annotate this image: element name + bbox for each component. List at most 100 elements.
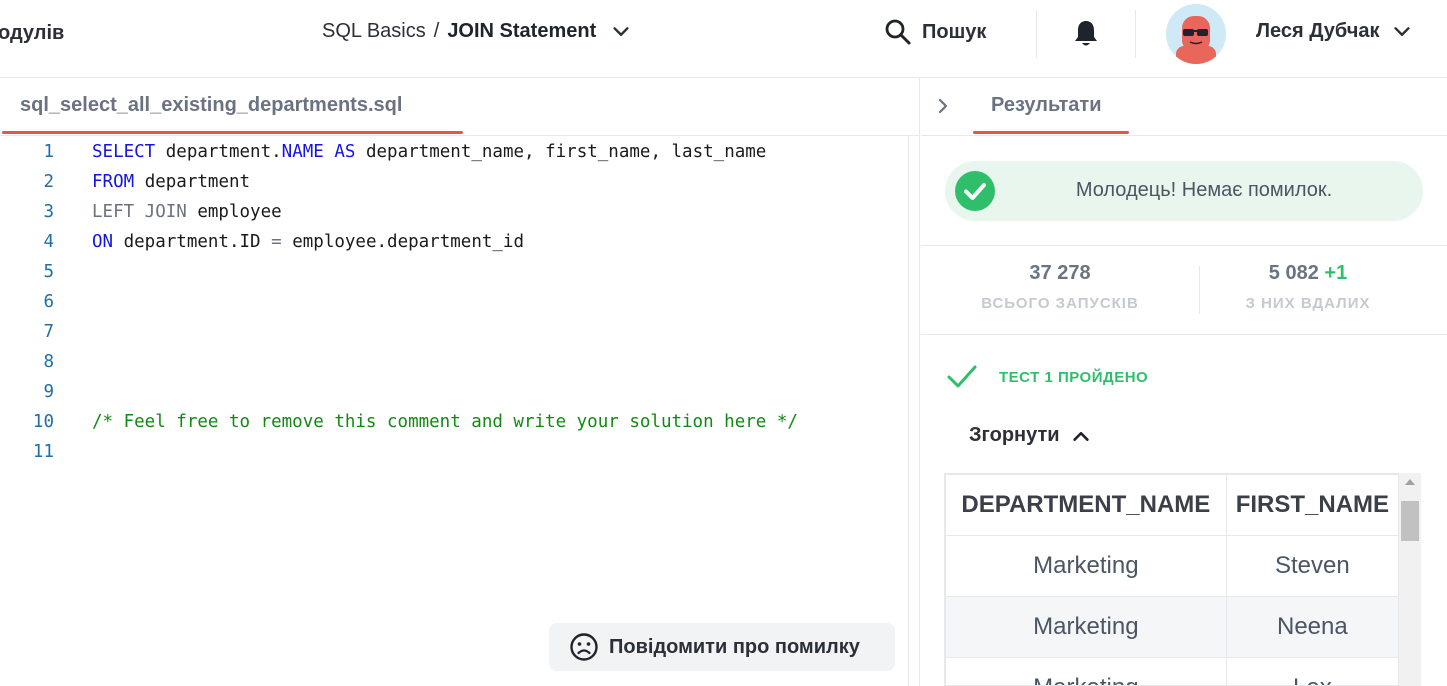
line-number: 7 <box>43 322 54 342</box>
code-line: 3 LEFT JOIN employee <box>0 202 908 232</box>
chevron-right-icon[interactable] <box>933 96 953 116</box>
table-cell: Marketing <box>945 657 1227 685</box>
code-line: 7 <box>0 322 908 352</box>
stat-number: 5 082 <box>1268 262 1319 284</box>
table-cell: Marketing <box>945 596 1227 658</box>
table-row: Marketing Steven <box>945 535 1399 597</box>
sql-keyword: FROM <box>92 172 135 192</box>
report-error-button[interactable]: Повідомити про помилку <box>549 623 895 671</box>
breadcrumb-lesson[interactable]: JOIN Statement <box>447 20 596 43</box>
table-row: Marketing Lex <box>945 657 1399 685</box>
results-table: DEPARTMENT_NAME FIRST_NAME Marketing Ste… <box>944 473 1400 686</box>
code-line: 5 <box>0 262 908 292</box>
breadcrumb-separator: / <box>433 20 440 42</box>
table-header-row: DEPARTMENT_NAME FIRST_NAME <box>945 474 1399 536</box>
code-token: department <box>134 172 251 192</box>
line-number: 1 <box>43 142 54 162</box>
code-text: FROM department <box>92 172 250 202</box>
report-error-label: Повідомити про помилку <box>609 635 860 658</box>
sql-keyword: LEFT JOIN <box>92 202 187 222</box>
table-cell: Neena <box>1225 596 1399 658</box>
line-number: 3 <box>43 202 54 222</box>
results-pane: Результати Молодець! Немає помилок. 37 2… <box>921 78 1447 686</box>
user-menu[interactable]: Леся Дубчак <box>1256 20 1413 43</box>
sql-keyword: AS <box>334 142 356 162</box>
active-tab-indicator <box>973 131 1129 134</box>
stat-delta: +1 <box>1324 262 1348 284</box>
line-number: 2 <box>43 172 54 192</box>
table-cell: Lex <box>1225 657 1399 685</box>
divider <box>921 334 1447 335</box>
line-number: 6 <box>43 292 54 312</box>
code-area[interactable]: 1 SELECT department.NAME AS department_n… <box>0 142 908 472</box>
sql-keyword: NAME <box>281 142 324 162</box>
search-button[interactable]: Пошук <box>884 18 986 46</box>
divider <box>921 245 1447 246</box>
scrollbar-thumb[interactable] <box>1401 501 1419 541</box>
line-number: 9 <box>43 382 54 402</box>
breadcrumb[interactable]: SQL Basics / JOIN Statement <box>322 20 632 43</box>
code-line: 10 /* Feel free to remove this comment a… <box>0 412 908 442</box>
sad-face-icon <box>570 633 598 661</box>
stat-successful-runs: 5 082 +1 З НИХ ВДАЛИХ <box>1169 262 1447 312</box>
check-icon <box>947 365 977 388</box>
search-icon <box>885 19 911 45</box>
line-number: 8 <box>43 352 54 372</box>
column-header: FIRST_NAME <box>1225 474 1399 536</box>
breadcrumb-course[interactable]: SQL Basics <box>322 20 426 43</box>
stat-value: 37 278 <box>1029 262 1091 284</box>
code-comment: /* Feel free to remove this comment and … <box>92 412 798 432</box>
code-token: department. <box>155 142 282 162</box>
scroll-up-arrow-icon[interactable] <box>1405 479 1415 485</box>
stat-total-runs: 37 278 ВСЬОГО ЗАПУСКІВ <box>921 262 1199 312</box>
code-token: employee.department_id <box>281 232 524 252</box>
collapse-toggle[interactable]: Згорнути <box>969 424 1092 447</box>
stat-value: 5 082 +1 <box>1169 262 1447 285</box>
code-line: 2 FROM department <box>0 172 908 202</box>
collapse-label: Згорнути <box>969 424 1060 446</box>
table-cell: Steven <box>1225 535 1399 597</box>
stat-label: ВСЬОГО ЗАПУСКІВ <box>981 295 1139 312</box>
modules-link[interactable]: одулів <box>0 22 64 45</box>
table-scrollbar[interactable] <box>1399 473 1421 686</box>
code-token: employee <box>186 202 282 222</box>
code-token: department_name, first_name, last_name <box>355 142 767 162</box>
results-grid: DEPARTMENT_NAME FIRST_NAME Marketing Ste… <box>945 474 1399 685</box>
file-tab[interactable]: sql_select_all_existing_departments.sql <box>20 94 402 117</box>
line-number: 11 <box>32 442 54 462</box>
code-text: LEFT JOIN employee <box>92 202 282 232</box>
test-status: ТЕСТ 1 ПРОЙДЕНО <box>999 368 1149 386</box>
line-number: 5 <box>43 262 54 282</box>
table-row: Marketing Neena <box>945 596 1399 658</box>
results-header: Результати <box>921 78 1447 136</box>
column-header: DEPARTMENT_NAME <box>945 474 1227 536</box>
sql-operator: = <box>271 232 282 252</box>
chevron-up-icon <box>1072 431 1089 441</box>
search-label: Пошук <box>922 20 987 43</box>
success-banner: Молодець! Немає помилок. <box>945 161 1423 221</box>
success-message: Молодець! Немає помилок. <box>1075 179 1333 201</box>
header-divider <box>1135 10 1136 58</box>
sql-keyword: SELECT <box>92 142 156 162</box>
code-line: 9 <box>0 382 908 412</box>
code-line: 1 SELECT department.NAME AS department_n… <box>0 142 908 172</box>
sql-keyword: ON <box>92 232 114 252</box>
code-line: 8 <box>0 352 908 382</box>
code-editor-pane: sql_select_all_existing_departments.sql … <box>0 78 920 686</box>
code-text: SELECT department.NAME AS department_nam… <box>92 142 766 172</box>
stat-label: З НИХ ВДАЛИХ <box>1245 295 1371 312</box>
tab-results[interactable]: Результати <box>991 94 1102 117</box>
code-line: 11 <box>0 442 908 472</box>
code-text: ON department.ID = employee.department_i… <box>92 232 524 262</box>
avatar[interactable] <box>1166 4 1226 64</box>
bell-icon[interactable] <box>1072 18 1100 48</box>
active-tab-indicator <box>2 131 463 134</box>
avatar-image <box>1176 16 1216 64</box>
code-token: department.ID <box>113 232 272 252</box>
file-tab-bar: sql_select_all_existing_departments.sql <box>0 78 920 136</box>
chevron-down-icon[interactable] <box>610 21 632 43</box>
header-divider <box>1036 10 1037 58</box>
line-number: 4 <box>43 232 54 252</box>
editor-scrollbar[interactable] <box>908 136 909 686</box>
